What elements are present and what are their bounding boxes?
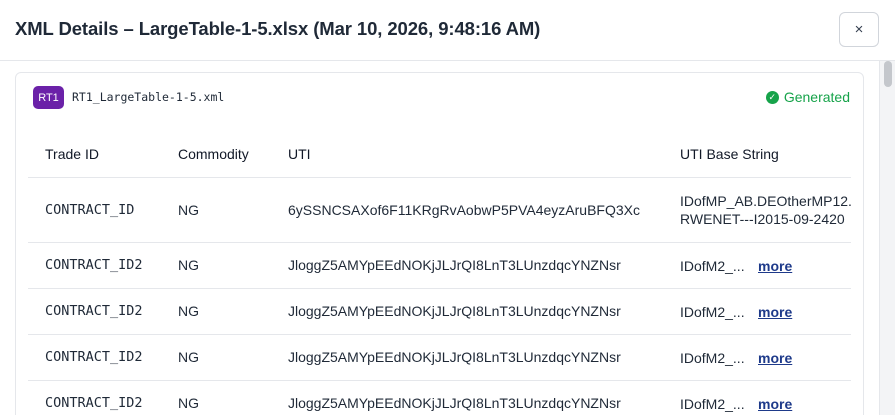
close-button[interactable]: × — [839, 12, 879, 47]
file-card: RT1 RT1_LargeTable-1-5.xml ✓ Generated T… — [15, 72, 864, 415]
trade-id-cell: CONTRACT_ID2 — [28, 334, 161, 381]
status-label: Generated — [783, 89, 850, 105]
more-link[interactable]: more — [758, 350, 792, 366]
uti-cell: JloggZ5AMYpEEdNOKjJLJrQI8LnT3LUnzdqcYNZN… — [271, 288, 663, 335]
commodity-cell: NG — [161, 334, 271, 381]
uti-cell: JloggZ5AMYpEEdNOKjJLJrQI8LnT3LUnzdqcYNZN… — [271, 334, 663, 381]
uti-cell: JloggZ5AMYpEEdNOKjJLJrQI8LnT3LUnzdqcYNZN… — [271, 380, 663, 415]
uti-cell: 6ySSNCSAXof6F11KRgRvAobwP5PVA4eyzAruBFQ3… — [271, 177, 663, 243]
uti-base-line: RWENET---I2015-09-2420 — [680, 210, 845, 227]
column-header-trade-id: Trade ID — [28, 132, 161, 178]
status-badge: ✓ Generated — [765, 89, 850, 105]
data-table: Trade ID Commodity UTI UTI Base String C… — [28, 132, 851, 415]
modal-body[interactable]: RT1 RT1_LargeTable-1-5.xml ✓ Generated T… — [0, 61, 895, 415]
vertical-scrollbar[interactable] — [879, 61, 895, 415]
trade-id-cell: CONTRACT_ID2 — [28, 380, 161, 415]
table-row: CONTRACT_ID2 NG JloggZ5AMYpEEdNOKjJLJrQI… — [28, 334, 851, 381]
close-icon: × — [854, 21, 864, 38]
more-link[interactable]: more — [758, 304, 792, 320]
uti-base-cell: IDofM2_... more — [663, 334, 851, 381]
uti-base-text: IDofM2_... — [680, 349, 745, 366]
column-header-commodity: Commodity — [161, 132, 271, 178]
table-row: CONTRACT_ID NG 6ySSNCSAXof6F11KRgRvAobwP… — [28, 177, 851, 243]
uti-base-cell: IDofM2_... more — [663, 288, 851, 335]
table-row: CONTRACT_ID2 NG JloggZ5AMYpEEdNOKjJLJrQI… — [28, 288, 851, 335]
table-row: CONTRACT_ID2 NG JloggZ5AMYpEEdNOKjJLJrQI… — [28, 380, 851, 415]
more-link[interactable]: more — [758, 258, 792, 274]
column-header-uti: UTI — [271, 132, 663, 178]
data-table-container[interactable]: Trade ID Commodity UTI UTI Base String C… — [28, 132, 851, 415]
commodity-cell: NG — [161, 242, 271, 289]
trade-id-cell: CONTRACT_ID — [28, 177, 161, 243]
trade-id-cell: CONTRACT_ID2 — [28, 242, 161, 289]
uti-cell: JloggZ5AMYpEEdNOKjJLJrQI8LnT3LUnzdqcYNZN… — [271, 242, 663, 289]
table-row: CONTRACT_ID2 NG JloggZ5AMYpEEdNOKjJLJrQI… — [28, 242, 851, 289]
trade-id-cell: CONTRACT_ID2 — [28, 288, 161, 335]
uti-base-cell: IDofMP_AB.DEOtherMP12. RWENET---I2015-09… — [663, 177, 851, 243]
uti-base-text: IDofM2_... — [680, 303, 745, 320]
scrollbar-thumb[interactable] — [884, 61, 892, 87]
modal-title: XML Details – LargeTable-1-5.xlsx (Mar 1… — [15, 18, 541, 39]
file-name: RT1_LargeTable-1-5.xml — [72, 90, 225, 104]
modal-header: XML Details – LargeTable-1-5.xlsx (Mar 1… — [0, 0, 895, 61]
file-badge: RT1 — [33, 86, 64, 109]
uti-base-cell: IDofM2_... more — [663, 380, 851, 415]
uti-base-text: IDofM2_... — [680, 395, 745, 412]
commodity-cell: NG — [161, 177, 271, 243]
table-header-row: Trade ID Commodity UTI UTI Base String — [28, 132, 851, 178]
commodity-cell: NG — [161, 288, 271, 335]
uti-base-text: IDofM2_... — [680, 257, 745, 274]
more-link[interactable]: more — [758, 396, 792, 412]
column-header-uti-base-string: UTI Base String — [663, 132, 851, 178]
uti-base-cell: IDofM2_... more — [663, 242, 851, 289]
uti-base-line: IDofMP_AB.DEOtherMP12. — [680, 192, 851, 209]
check-circle-icon: ✓ — [765, 90, 779, 104]
commodity-cell: NG — [161, 380, 271, 415]
